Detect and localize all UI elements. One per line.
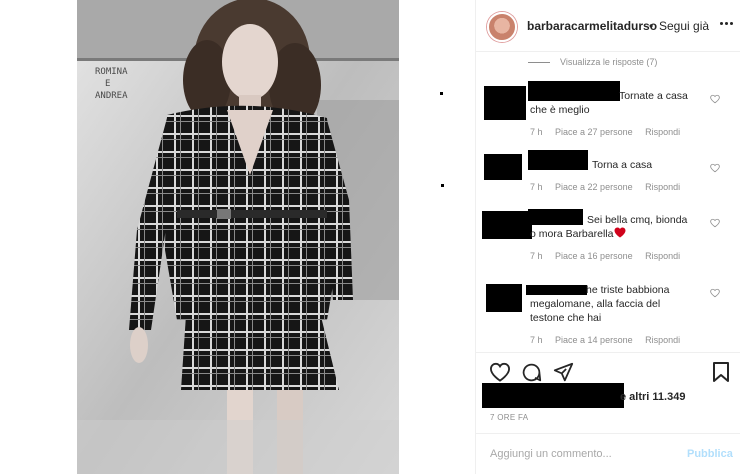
redacted-username [528, 209, 583, 225]
comment-bubble-icon[interactable] [521, 362, 542, 383]
redacted-username [526, 285, 587, 295]
redacted-username [528, 81, 620, 101]
post-photo[interactable]: ROMINA E ANDREA [77, 0, 399, 474]
svg-text:E: E [105, 79, 110, 89]
comment-likes[interactable]: Piace a 14 persone [555, 335, 633, 345]
comment-meta: 7 h Piace a 14 persone Rispondi [530, 335, 690, 345]
publish-button[interactable]: Pubblica [687, 448, 733, 460]
redacted-avatar [484, 86, 526, 120]
comment-likes[interactable]: Piace a 16 persone [555, 251, 633, 261]
header-separator: • [649, 19, 654, 33]
reply-button[interactable]: Rispondi [645, 182, 680, 192]
redacted-avatar [486, 284, 522, 312]
like-heart-icon[interactable] [489, 362, 511, 382]
comment-time[interactable]: 7 h [530, 335, 543, 345]
comment-time[interactable]: 7 h [530, 182, 543, 192]
replies-divider [528, 61, 550, 63]
svg-text:ROMINA: ROMINA [95, 67, 128, 77]
comments-list: Visualizza le risposte (7) Tornate a cas… [476, 52, 740, 352]
comment-text: megalomane, alla faccia del [530, 298, 661, 310]
comment-text: testone che hai [530, 312, 602, 324]
comment-time[interactable]: 7 h [530, 251, 543, 261]
avatar[interactable] [487, 12, 517, 42]
post-side-panel: barbaracarmelitadurso • Segui già Visual… [475, 0, 740, 474]
reply-button[interactable]: Rispondi [645, 127, 680, 137]
share-paper-plane-icon[interactable] [553, 362, 574, 383]
carousel-dot [441, 184, 444, 187]
comment-meta: 7 h Piace a 22 persone Rispondi [530, 182, 690, 192]
carousel-dot [440, 92, 443, 95]
view-replies-link[interactable]: Visualizza le risposte (7) [528, 57, 657, 67]
reply-button[interactable]: Rispondi [645, 335, 680, 345]
comment-likes[interactable]: Piace a 27 persone [555, 127, 633, 137]
comment-like-icon[interactable] [710, 163, 720, 173]
following-button[interactable]: Segui già [659, 19, 709, 33]
likes-count[interactable]: e altri 11.349 [620, 391, 685, 403]
comment-meta: 7 h Piace a 27 persone Rispondi [530, 127, 690, 137]
post-photo-image: ROMINA E ANDREA [77, 0, 399, 474]
comment-text: o mora Barbarella [530, 227, 626, 241]
red-heart-emoji [614, 227, 626, 238]
comment-text: che è meglio [530, 104, 590, 116]
redacted-likers [482, 383, 624, 408]
comment-text: he triste babbiona [586, 284, 670, 296]
redacted-avatar [484, 154, 522, 180]
comment-text: Sei bella cmq, bionda [587, 214, 688, 226]
post-header: barbaracarmelitadurso • Segui già [476, 0, 740, 52]
comment-like-icon[interactable] [710, 94, 720, 104]
comment-text: Torna a casa [592, 159, 653, 171]
comment-time[interactable]: 7 h [530, 127, 543, 137]
redacted-avatar [482, 211, 532, 239]
post-date[interactable]: 7 ORE FA [490, 413, 528, 422]
redacted-username [528, 150, 588, 170]
svg-text:ANDREA: ANDREA [95, 91, 128, 101]
comment-like-icon[interactable] [710, 288, 720, 298]
reply-button[interactable]: Rispondi [645, 251, 680, 261]
comment-text: Tornate a casa [619, 90, 688, 102]
more-options-icon[interactable] [720, 22, 734, 26]
username-link[interactable]: barbaracarmelitadurso [527, 19, 657, 33]
comment-meta: 7 h Piace a 16 persone Rispondi [530, 251, 690, 261]
post-actions: e altri 11.349 7 ORE FA Pubblica [476, 352, 740, 474]
comment-input[interactable] [490, 448, 670, 460]
comment-like-icon[interactable] [710, 218, 720, 228]
view-replies-label: Visualizza le risposte (7) [560, 57, 658, 67]
bookmark-save-icon[interactable] [712, 361, 730, 383]
post-media-area: ROMINA E ANDREA [0, 0, 475, 474]
add-comment-bar: Pubblica [476, 433, 740, 474]
comment-likes[interactable]: Piace a 22 persone [555, 182, 633, 192]
